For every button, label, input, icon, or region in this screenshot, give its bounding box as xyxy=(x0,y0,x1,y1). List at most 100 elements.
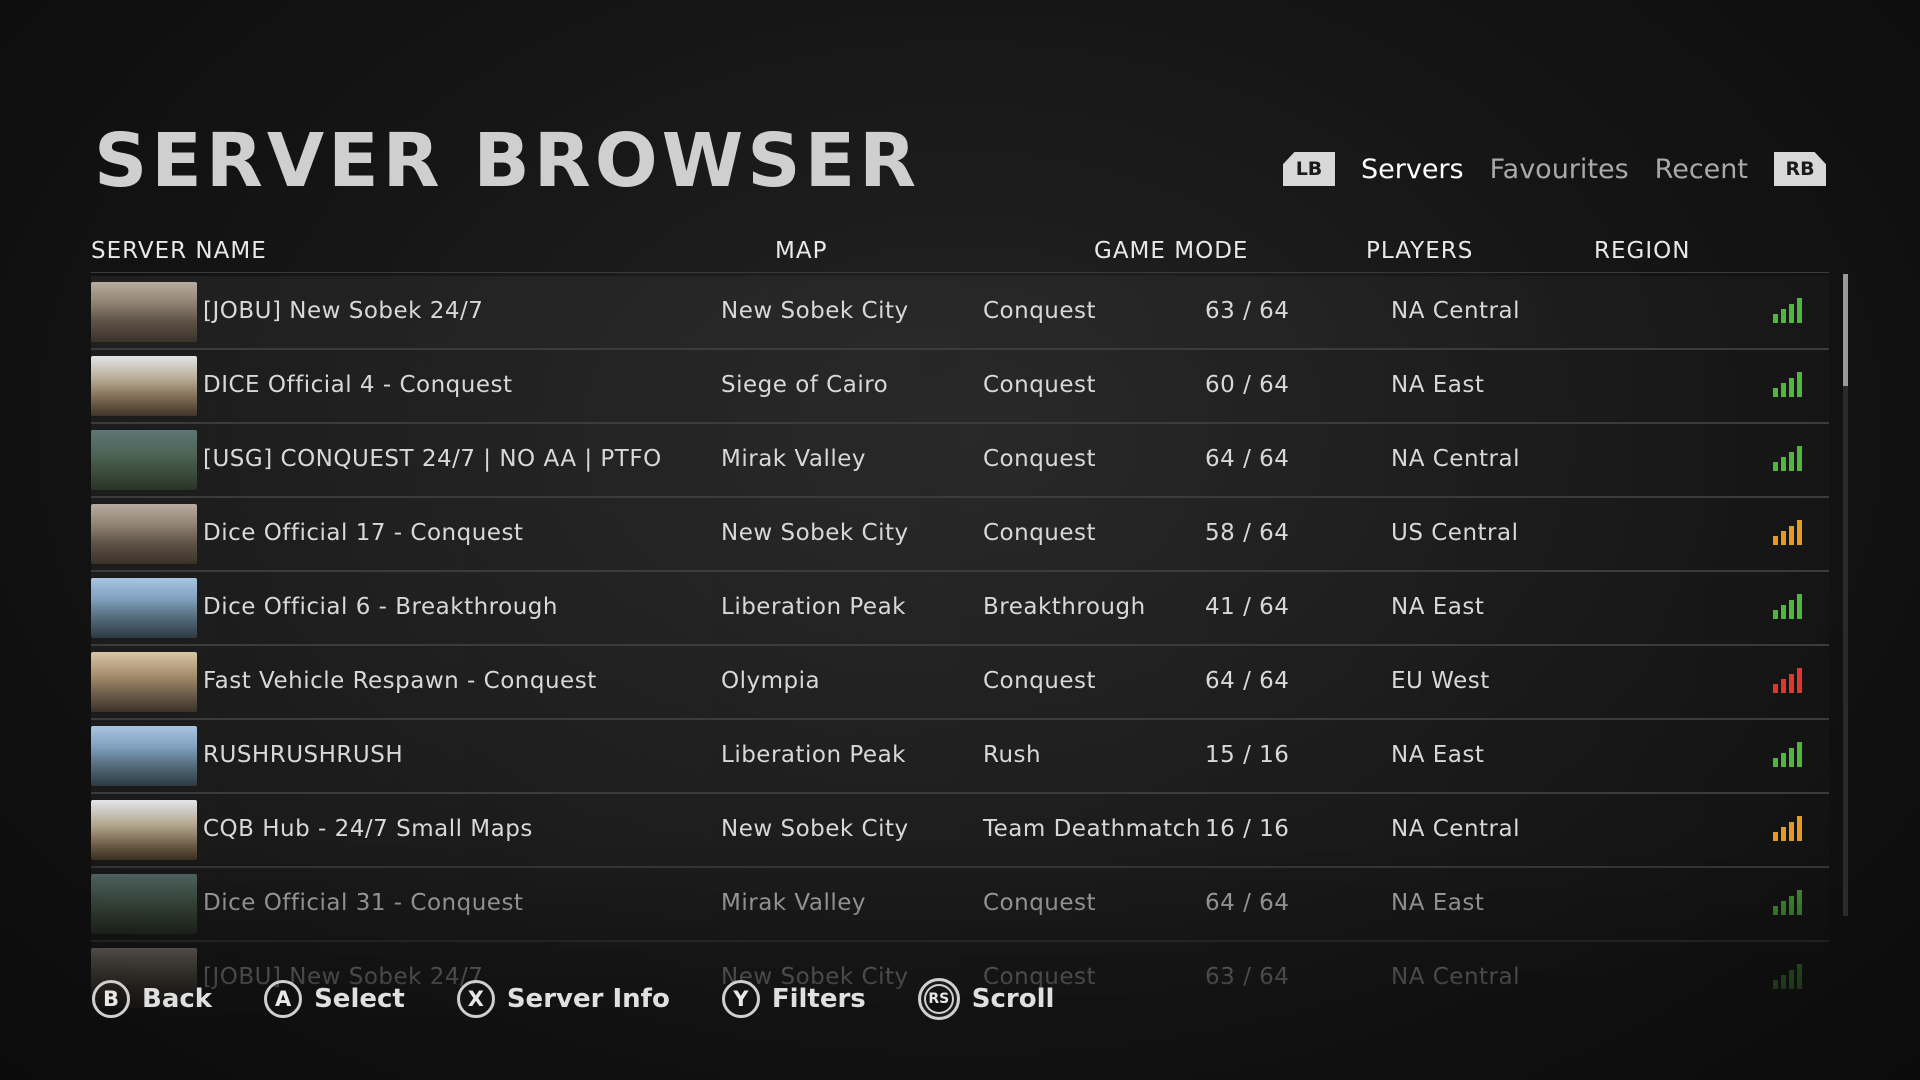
rb-bumper-icon[interactable]: RB xyxy=(1774,152,1826,186)
column-header-map[interactable]: MAP xyxy=(775,238,827,264)
x-button-icon: X xyxy=(456,980,495,1018)
select-hint[interactable]: A Select xyxy=(264,980,405,1018)
server-row[interactable]: RUSHRUSHRUSH Liberation Peak Rush 15 / 16 NA… xyxy=(91,720,1829,794)
right-stick-icon: RS xyxy=(917,978,960,1020)
tab-recent[interactable]: Recent xyxy=(1655,154,1748,185)
region-name: NA Central xyxy=(1391,816,1520,842)
server-name: [JOBU] New Sobek 24/7 xyxy=(203,298,484,324)
server-name: Dice Official 31 - Conquest xyxy=(203,890,524,916)
signal-strength-icon xyxy=(1773,963,1802,989)
server-name: RUSHRUSHRUSH xyxy=(203,742,404,768)
signal-strength-icon xyxy=(1773,519,1802,545)
column-header-players[interactable]: PLAYERS xyxy=(1366,238,1473,264)
lb-bumper-icon[interactable]: LB xyxy=(1282,152,1335,186)
region-name: NA Central xyxy=(1391,964,1520,990)
region-name: NA East xyxy=(1391,372,1485,398)
tab-bar: LB Servers Favourites Recent RB xyxy=(1282,152,1826,186)
a-button-icon: A xyxy=(264,980,303,1018)
game-mode: Team Deathmatch xyxy=(983,816,1201,842)
map-name: New Sobek City xyxy=(721,816,909,842)
back-label: Back xyxy=(142,984,213,1014)
server-info-hint[interactable]: X Server Info xyxy=(456,980,670,1018)
region-name: NA East xyxy=(1391,594,1485,620)
player-count: 58 / 64 xyxy=(1205,520,1290,546)
region-name: NA Central xyxy=(1391,298,1520,324)
server-name: Fast Vehicle Respawn - Conquest xyxy=(203,668,597,694)
map-name: Mirak Valley xyxy=(721,446,866,472)
region-name: NA East xyxy=(1391,890,1485,916)
player-count: 64 / 64 xyxy=(1205,890,1290,916)
filters-label: Filters xyxy=(771,984,866,1014)
server-name: DICE Official 4 - Conquest xyxy=(203,372,513,398)
game-mode: Conquest xyxy=(983,298,1097,324)
select-label: Select xyxy=(314,984,405,1014)
player-count: 16 / 16 xyxy=(1205,816,1290,842)
map-name: New Sobek City xyxy=(721,298,909,324)
player-count: 60 / 64 xyxy=(1205,372,1290,398)
server-name: Dice Official 17 - Conquest xyxy=(203,520,524,546)
player-count: 41 / 64 xyxy=(1205,594,1290,620)
map-thumbnail xyxy=(91,726,197,786)
server-row[interactable]: [JOBU] New Sobek 24/7 New Sobek City Conqu… xyxy=(91,276,1829,350)
map-name: Liberation Peak xyxy=(721,594,906,620)
map-name: Olympia xyxy=(721,668,821,694)
server-row[interactable]: CQB Hub - 24/7 Small Maps New Sobek City T… xyxy=(91,794,1829,868)
tab-servers[interactable]: Servers xyxy=(1361,154,1464,185)
signal-strength-icon xyxy=(1773,815,1802,841)
map-thumbnail xyxy=(91,504,197,564)
player-count: 15 / 16 xyxy=(1205,742,1290,768)
server-row[interactable]: Fast Vehicle Respawn - Conquest Olympia Co… xyxy=(91,646,1829,720)
map-name: New Sobek City xyxy=(721,520,909,546)
signal-strength-icon xyxy=(1773,445,1802,471)
scrollbar[interactable] xyxy=(1843,274,1848,916)
column-header-region[interactable]: REGION xyxy=(1594,238,1690,264)
game-mode: Rush xyxy=(983,742,1042,768)
server-list[interactable]: [JOBU] New Sobek 24/7 New Sobek City Conqu… xyxy=(91,276,1829,1014)
signal-strength-icon xyxy=(1773,297,1802,323)
column-header-game-mode[interactable]: GAME MODE xyxy=(1094,238,1248,264)
button-hints: B Back A Select X Server Info Y Filters … xyxy=(92,978,1106,1020)
column-header-server-name[interactable]: SERVER NAME xyxy=(91,238,267,264)
region-name: NA Central xyxy=(1391,446,1520,472)
game-mode: Conquest xyxy=(983,890,1097,916)
tab-favourites[interactable]: Favourites xyxy=(1490,154,1629,185)
server-row[interactable]: Dice Official 6 - Breakthrough Liberation… xyxy=(91,572,1829,646)
map-thumbnail xyxy=(91,800,197,860)
b-button-icon: B xyxy=(92,980,130,1018)
map-name: Mirak Valley xyxy=(721,890,866,916)
page-title: SERVER BROWSER xyxy=(94,118,921,204)
map-name: Liberation Peak xyxy=(721,742,906,768)
table-header: SERVER NAME MAP GAME MODE PLAYERS REGION xyxy=(91,238,1831,274)
player-count: 63 / 64 xyxy=(1205,298,1290,324)
game-mode: Conquest xyxy=(983,446,1097,472)
scroll-label: Scroll xyxy=(971,984,1055,1014)
scroll-hint[interactable]: RS Scroll xyxy=(917,978,1055,1020)
filters-hint[interactable]: Y Filters xyxy=(721,980,866,1018)
server-name: Dice Official 6 - Breakthrough xyxy=(203,594,558,620)
scrollbar-thumb[interactable] xyxy=(1843,274,1848,386)
server-info-label: Server Info xyxy=(506,984,670,1014)
player-count: 64 / 64 xyxy=(1205,446,1290,472)
region-name: NA East xyxy=(1391,742,1485,768)
signal-strength-icon xyxy=(1773,741,1802,767)
map-thumbnail xyxy=(91,430,197,490)
y-button-icon: Y xyxy=(721,980,760,1018)
map-thumbnail xyxy=(91,578,197,638)
server-row[interactable]: Dice Official 31 - Conquest Mirak Valley C… xyxy=(91,868,1829,942)
signal-strength-icon xyxy=(1773,667,1802,693)
map-thumbnail xyxy=(91,282,197,342)
game-mode: Conquest xyxy=(983,520,1097,546)
signal-strength-icon xyxy=(1773,371,1802,397)
server-row[interactable]: DICE Official 4 - Conquest Siege of Cairo… xyxy=(91,350,1829,424)
signal-strength-icon xyxy=(1773,889,1802,915)
game-mode: Conquest xyxy=(983,372,1097,398)
region-name: US Central xyxy=(1391,520,1519,546)
back-hint[interactable]: B Back xyxy=(92,980,212,1018)
server-row[interactable]: [USG] CONQUEST 24/7 | NO AA | PTFO Mirak … xyxy=(91,424,1829,498)
server-name: CQB Hub - 24/7 Small Maps xyxy=(203,816,533,842)
player-count: 64 / 64 xyxy=(1205,668,1290,694)
game-mode: Breakthrough xyxy=(983,594,1146,620)
game-mode: Conquest xyxy=(983,668,1097,694)
server-row[interactable]: Dice Official 17 - Conquest New Sobek Cit… xyxy=(91,498,1829,572)
header-divider xyxy=(91,272,1829,273)
